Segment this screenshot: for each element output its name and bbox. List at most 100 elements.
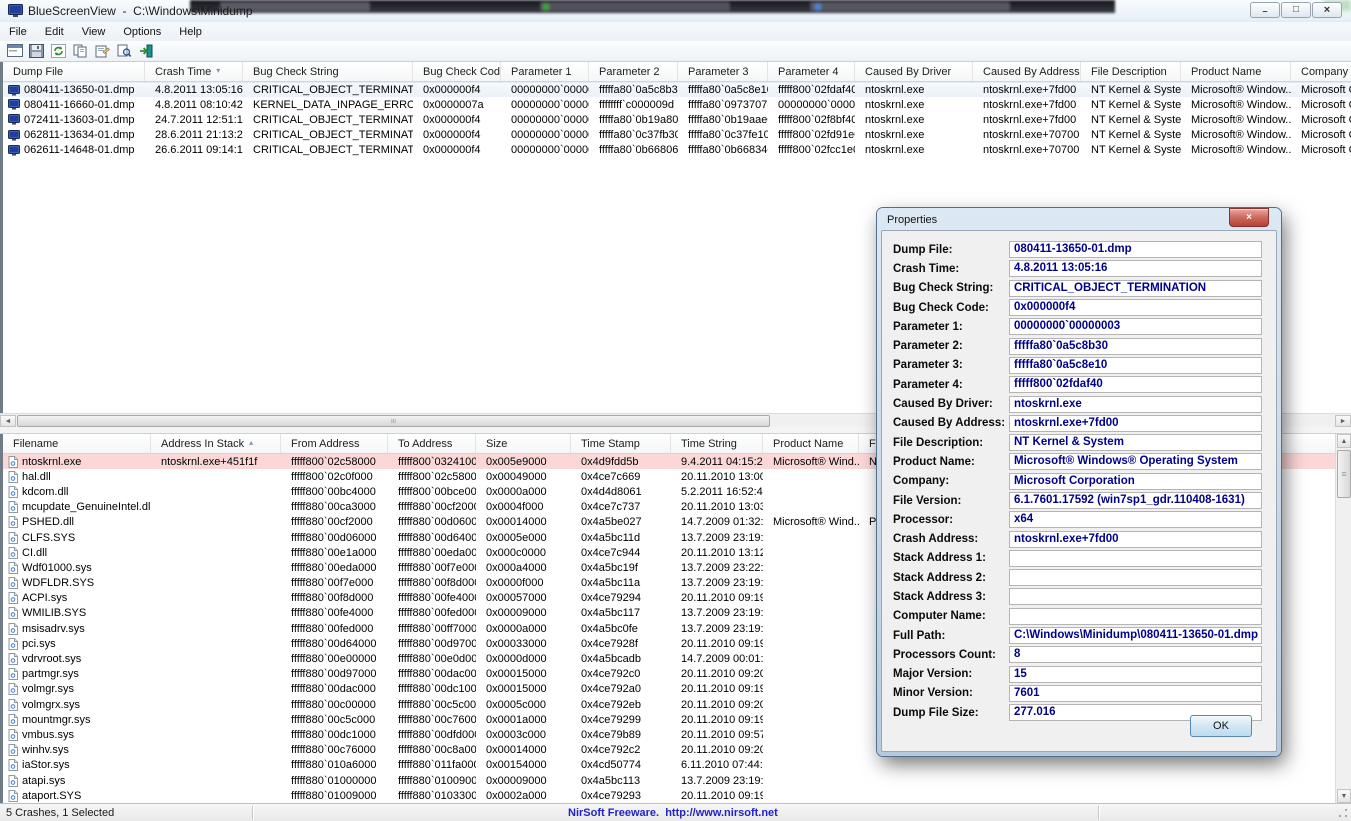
field-value-parameter-4[interactable]: fffff800`02fdaf40 [1009, 376, 1262, 393]
field-value-full-path[interactable]: C:\Windows\Minidump\080411-13650-01.dmp [1009, 627, 1262, 644]
field-value-parameter-1[interactable]: 00000000`00000003 [1009, 318, 1262, 335]
scroll-down-arrow-icon[interactable] [1337, 789, 1351, 803]
horizontal-scrollbar-thumb[interactable] [17, 415, 770, 427]
copy-icon[interactable] [71, 43, 90, 60]
scroll-right-arrow-icon[interactable] [1335, 415, 1351, 427]
field-value-stack-address-2[interactable] [1009, 569, 1262, 586]
scroll-left-arrow-icon[interactable] [0, 415, 16, 427]
table-row[interactable]: atapi.sysfffff880`01000000fffff880`01009… [3, 773, 1335, 788]
resize-grip[interactable] [1337, 807, 1349, 819]
properties-icon[interactable] [93, 43, 112, 60]
scroll-up-arrow-icon[interactable] [1337, 434, 1351, 448]
field-value-major-version[interactable]: 15 [1009, 666, 1262, 683]
table-row[interactable]: 072411-13603-01.dmp24.7.2011 12:51:19CRI… [3, 112, 1351, 127]
column-header-parameter-3[interactable]: Parameter 3 [678, 62, 768, 81]
save-icon[interactable] [27, 43, 46, 60]
menu-file[interactable]: File [0, 22, 36, 41]
table-row[interactable]: 080411-16660-01.dmp4.8.2011 08:10:42KERN… [3, 97, 1351, 112]
maximize-button[interactable] [1281, 2, 1311, 18]
column-header-filename[interactable]: Filename [3, 434, 151, 453]
field-value-parameter-2[interactable]: fffffa80`0a5c8b30 [1009, 338, 1262, 355]
background-favicon [542, 3, 550, 11]
cell [151, 515, 281, 530]
minimize-button[interactable] [1250, 2, 1280, 18]
column-header-address-in-stack[interactable]: Address In Stack▴ [151, 434, 281, 453]
menu-view[interactable]: View [73, 22, 115, 41]
cell: fffff880`01009000 [281, 788, 388, 803]
column-header-to-address[interactable]: To Address [388, 434, 476, 453]
cell: 20.11.2010 13:12:36 [671, 545, 763, 560]
field-value-minor-version[interactable]: 7601 [1009, 685, 1262, 702]
column-header-company[interactable]: Company [1291, 62, 1351, 81]
driver-file-icon [8, 668, 18, 680]
column-header-parameter-1[interactable]: Parameter 1 [501, 62, 589, 81]
cell: 20.11.2010 09:20:43 [671, 697, 763, 712]
column-header-crash-time[interactable]: Crash Time▾ [145, 62, 243, 81]
field-value-crash-address[interactable]: ntoskrnl.exe+7fd00 [1009, 531, 1262, 548]
field-value-product-name[interactable]: Microsoft® Windows® Operating System [1009, 453, 1262, 470]
column-header-from-address[interactable]: From Address [281, 434, 388, 453]
cell: 0x4d9fdd5b [571, 454, 671, 469]
field-value-bug-check-string[interactable]: CRITICAL_OBJECT_TERMINATION [1009, 280, 1262, 297]
field-value-caused-by-driver[interactable]: ntoskrnl.exe [1009, 396, 1262, 413]
column-header-parameter-2[interactable]: Parameter 2 [589, 62, 678, 81]
menu-help[interactable]: Help [170, 22, 211, 41]
column-header-product-name[interactable]: Product Name [763, 434, 859, 453]
close-button[interactable] [1312, 2, 1342, 18]
column-header-file-description[interactable]: File Description [1081, 62, 1181, 81]
table-row[interactable]: 062611-14648-01.dmp26.6.2011 09:14:19CRI… [3, 143, 1351, 158]
field-value-computer-name[interactable] [1009, 608, 1262, 625]
menu-options[interactable]: Options [114, 22, 170, 41]
dialog-field-row: Stack Address 2: [890, 568, 1270, 587]
dialog-field-row: Parameter 2:fffffa80`0a5c8b30 [890, 336, 1270, 355]
field-value-parameter-3[interactable]: fffffa80`0a5c8e10 [1009, 357, 1262, 374]
table-row[interactable]: iaStor.sysfffff880`010a6000fffff880`011f… [3, 758, 1335, 773]
status-nirsoft-link[interactable]: NirSoft Freeware. http://www.nirsoft.net [568, 807, 778, 819]
field-value-file-description[interactable]: NT Kernel & System [1009, 434, 1262, 451]
cell: fffff880`00c5c000 [281, 712, 388, 727]
cell [151, 773, 281, 788]
advanced-options-icon[interactable] [5, 43, 24, 60]
column-header-size[interactable]: Size [476, 434, 571, 453]
field-value-crash-time[interactable]: 4.8.2011 13:05:16 [1009, 260, 1262, 277]
exit-icon[interactable] [137, 43, 156, 60]
field-value-processor[interactable]: x64 [1009, 511, 1262, 528]
refresh-icon[interactable] [49, 43, 68, 60]
column-header-time-string[interactable]: Time String [671, 434, 763, 453]
field-value-file-version[interactable]: 6.1.7601.17592 (win7sp1_gdr.110408-1631) [1009, 492, 1262, 509]
column-header-parameter-4[interactable]: Parameter 4 [768, 62, 855, 81]
vertical-scrollbar[interactable] [1335, 434, 1351, 803]
cell: fffff880`00dc1000 [388, 682, 476, 697]
field-value-company[interactable]: Microsoft Corporation [1009, 473, 1262, 490]
driver-file-icon [8, 577, 18, 589]
cell: fffff880`00d64000 [388, 530, 476, 545]
field-value-stack-address-1[interactable] [1009, 550, 1262, 567]
table-row[interactable]: 062811-13634-01.dmp28.6.2011 21:13:20CRI… [3, 128, 1351, 143]
field-value-dump-file[interactable]: 080411-13650-01.dmp [1009, 241, 1262, 258]
column-header-caused-by-driver[interactable]: Caused By Driver [855, 62, 973, 81]
table-row[interactable]: 080411-13650-01.dmp4.8.2011 13:05:16CRIT… [3, 82, 1351, 97]
field-value-caused-by-address[interactable]: ntoskrnl.exe+7fd00 [1009, 415, 1262, 432]
dialog-close-icon[interactable] [1229, 208, 1269, 227]
cell: msisadrv.sys [3, 621, 151, 636]
vertical-scrollbar-thumb[interactable] [1337, 450, 1351, 498]
ok-button[interactable]: OK [1190, 715, 1252, 737]
field-label-caused-by-driver: Caused By Driver: [890, 398, 1009, 410]
cell: 0x4ce79b89 [571, 727, 671, 742]
dialog-title: Properties [887, 214, 937, 226]
column-header-bug-check-code[interactable]: Bug Check Code [413, 62, 501, 81]
column-header-caused-by-address[interactable]: Caused By Address [973, 62, 1081, 81]
cell [763, 621, 859, 636]
menu-edit[interactable]: Edit [36, 22, 73, 41]
column-header-bug-check-string[interactable]: Bug Check String [243, 62, 413, 81]
field-value-bug-check-code[interactable]: 0x000000f4 [1009, 299, 1262, 316]
cell: 0x0000a000 [476, 621, 571, 636]
column-header-dump-file[interactable]: Dump File [3, 62, 145, 81]
field-value-stack-address-3[interactable] [1009, 588, 1262, 605]
table-row[interactable]: ataport.SYSfffff880`01009000fffff880`010… [3, 788, 1335, 803]
field-value-processors-count[interactable]: 8 [1009, 646, 1262, 663]
column-header-time-stamp[interactable]: Time Stamp [571, 434, 671, 453]
dialog-field-row: Dump File:080411-13650-01.dmp [890, 240, 1270, 259]
column-header-product-name[interactable]: Product Name [1181, 62, 1291, 81]
find-icon[interactable] [115, 43, 134, 60]
